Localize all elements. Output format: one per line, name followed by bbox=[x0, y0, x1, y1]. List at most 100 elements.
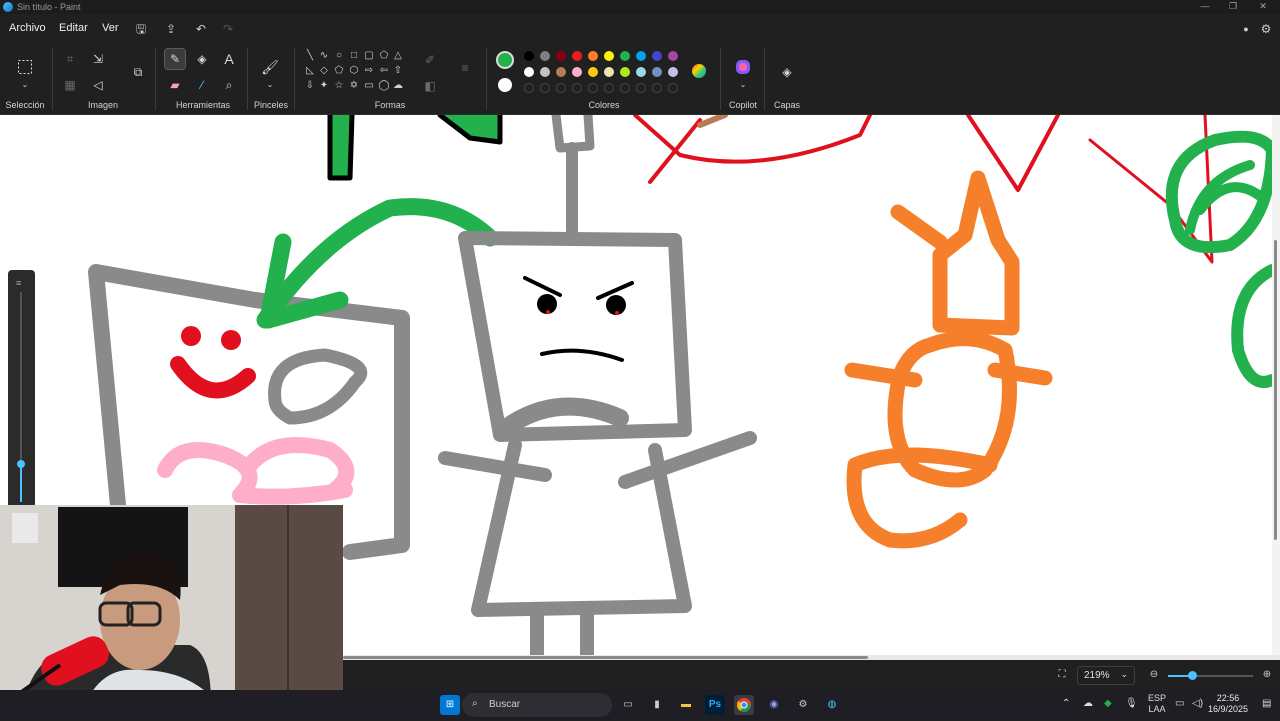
color-swatch[interactable] bbox=[652, 51, 662, 61]
arrow-down-shape-icon[interactable]: ⇩ bbox=[304, 80, 316, 92]
settings-icon[interactable]: ⚙ bbox=[1258, 21, 1274, 37]
windows-start-icon[interactable]: ⊞ bbox=[440, 695, 460, 715]
maximize-button[interactable]: ❐ bbox=[1218, 1, 1248, 13]
custom-color-slot[interactable] bbox=[524, 83, 534, 93]
curve-shape-icon[interactable]: ∿ bbox=[318, 50, 330, 62]
outline-icon[interactable]: ✐ bbox=[420, 50, 440, 70]
system-clock[interactable]: 22:56 16/9/2025 bbox=[1208, 693, 1248, 715]
security-icon[interactable]: ◆ bbox=[1104, 698, 1112, 709]
microphone-icon[interactable]: 🎙 bbox=[1125, 698, 1138, 709]
zoom-out-icon[interactable]: ⊖ bbox=[1144, 665, 1164, 685]
fit-to-window-icon[interactable]: ⛶ bbox=[1052, 665, 1072, 685]
pentagon-shape-icon[interactable]: ⬠ bbox=[333, 65, 345, 77]
photoshop-icon[interactable]: Ps bbox=[705, 695, 725, 715]
color-swatch[interactable] bbox=[572, 67, 582, 77]
menu-edit[interactable]: Editar bbox=[59, 22, 88, 34]
color-swatch[interactable] bbox=[620, 51, 630, 61]
color-swatch[interactable] bbox=[668, 51, 678, 61]
task-view-icon[interactable]: ▭ bbox=[618, 695, 638, 715]
account-icon[interactable]: ● bbox=[1238, 21, 1254, 37]
diamond-shape-icon[interactable]: ◇ bbox=[318, 65, 330, 77]
zoom-in-icon[interactable]: ⊕ bbox=[1257, 665, 1277, 685]
zoom-slider[interactable] bbox=[1168, 671, 1253, 680]
settings-app-icon[interactable]: ⚙ bbox=[793, 695, 813, 715]
onedrive-icon[interactable]: ☁ bbox=[1083, 698, 1093, 709]
eraser-icon[interactable]: ▰ bbox=[165, 75, 185, 95]
color-swatch[interactable] bbox=[652, 67, 662, 77]
background-removal-icon[interactable]: ⧉ bbox=[128, 62, 148, 82]
color-swatch[interactable] bbox=[604, 51, 614, 61]
custom-color-slot[interactable] bbox=[556, 83, 566, 93]
custom-color-slot[interactable] bbox=[540, 83, 550, 93]
callout-rect-shape-icon[interactable]: ▭ bbox=[363, 80, 375, 92]
slider-thumb[interactable] bbox=[17, 460, 25, 468]
volume-icon[interactable]: ◁) bbox=[1192, 698, 1203, 709]
color-swatch[interactable] bbox=[668, 67, 678, 77]
zoom-dropdown[interactable]: 219% ⌄ bbox=[1077, 666, 1135, 685]
oval-shape-icon[interactable]: ○ bbox=[333, 50, 345, 62]
pinned-app-icon[interactable]: ▮ bbox=[647, 695, 667, 715]
color-swatch[interactable] bbox=[572, 51, 582, 61]
redo-icon[interactable]: ↷ bbox=[220, 21, 236, 37]
color-picker-icon[interactable]: ⁄ bbox=[192, 75, 212, 95]
hexagon-shape-icon[interactable]: ⬡ bbox=[348, 65, 360, 77]
zoom-slider-thumb[interactable] bbox=[1188, 671, 1197, 680]
callout-cloud-shape-icon[interactable]: ☁ bbox=[392, 80, 404, 92]
polygon-shape-icon[interactable]: ⬠ bbox=[378, 50, 390, 62]
fill-shape-icon[interactable]: ◧ bbox=[420, 76, 440, 96]
right-triangle-shape-icon[interactable]: ◺ bbox=[304, 65, 316, 77]
color-swatch[interactable] bbox=[620, 67, 630, 77]
text-icon[interactable]: A bbox=[219, 49, 239, 69]
file-explorer-icon[interactable]: ▬ bbox=[676, 695, 696, 715]
crop-icon[interactable]: ⌗ bbox=[60, 49, 80, 69]
color-swatch[interactable] bbox=[604, 67, 614, 77]
callout-oval-shape-icon[interactable]: ◯ bbox=[378, 80, 390, 92]
shape-size-icon[interactable]: ≡ bbox=[455, 58, 475, 78]
color-swatch[interactable] bbox=[556, 51, 566, 61]
rounded-rectangle-shape-icon[interactable]: ▢ bbox=[363, 50, 375, 62]
menu-file[interactable]: Archivo bbox=[9, 22, 46, 34]
chevron-down-icon[interactable]: ⌄ bbox=[15, 74, 35, 94]
undo-icon[interactable]: ↶ bbox=[193, 21, 209, 37]
close-button[interactable]: ✕ bbox=[1248, 1, 1278, 13]
vertical-scroll-thumb[interactable] bbox=[1274, 240, 1277, 540]
color-swatch[interactable] bbox=[540, 51, 550, 61]
flip-icon[interactable]: ◁ bbox=[88, 75, 108, 95]
horizontal-scroll-thumb[interactable] bbox=[343, 656, 868, 659]
pencil-icon[interactable]: ✎ bbox=[164, 48, 186, 70]
custom-color-slot[interactable] bbox=[668, 83, 678, 93]
language-indicator[interactable]: ESP LAA bbox=[1148, 693, 1166, 715]
taskbar-search[interactable]: ⌕ Buscar bbox=[462, 693, 612, 717]
custom-color-slot[interactable] bbox=[572, 83, 582, 93]
secondary-color-swatch[interactable] bbox=[498, 78, 512, 92]
magnifier-icon[interactable]: ⌕ bbox=[219, 75, 239, 95]
color-swatch[interactable] bbox=[540, 67, 550, 77]
share-icon[interactable]: ⇪ bbox=[163, 21, 179, 37]
image-select-icon[interactable]: ▦ bbox=[60, 75, 80, 95]
chevron-up-icon[interactable]: ⌃ bbox=[1062, 698, 1070, 709]
resize-icon[interactable]: ⇲ bbox=[88, 49, 108, 69]
custom-color-slot[interactable] bbox=[652, 83, 662, 93]
custom-color-slot[interactable] bbox=[636, 83, 646, 93]
six-point-star-shape-icon[interactable]: ✡ bbox=[348, 80, 360, 92]
color-swatch[interactable] bbox=[588, 51, 598, 61]
edit-colors-icon[interactable] bbox=[689, 61, 709, 81]
minimize-button[interactable]: — bbox=[1190, 1, 1220, 13]
notification-icon[interactable]: ▤ bbox=[1262, 698, 1271, 709]
custom-color-slot[interactable] bbox=[604, 83, 614, 93]
primary-color-swatch[interactable] bbox=[496, 51, 514, 69]
color-swatch[interactable] bbox=[588, 67, 598, 77]
chevron-down-icon[interactable]: ⌄ bbox=[733, 74, 753, 94]
rectangle-shape-icon[interactable]: □ bbox=[348, 50, 360, 62]
arrow-up-shape-icon[interactable]: ⇧ bbox=[392, 65, 404, 77]
fill-bucket-icon[interactable]: ◈ bbox=[192, 49, 212, 69]
save-icon[interactable]: 🖫 bbox=[133, 21, 149, 37]
color-swatch[interactable] bbox=[524, 51, 534, 61]
line-shape-icon[interactable]: ╲ bbox=[304, 50, 316, 62]
discord-icon[interactable]: ◉ bbox=[764, 695, 784, 715]
chrome-icon[interactable] bbox=[734, 695, 754, 715]
chevron-down-icon[interactable]: ⌄ bbox=[260, 74, 280, 94]
brush-size-slider[interactable]: ≡ bbox=[8, 270, 35, 508]
color-swatch[interactable] bbox=[636, 51, 646, 61]
four-point-star-shape-icon[interactable]: ✦ bbox=[318, 80, 330, 92]
